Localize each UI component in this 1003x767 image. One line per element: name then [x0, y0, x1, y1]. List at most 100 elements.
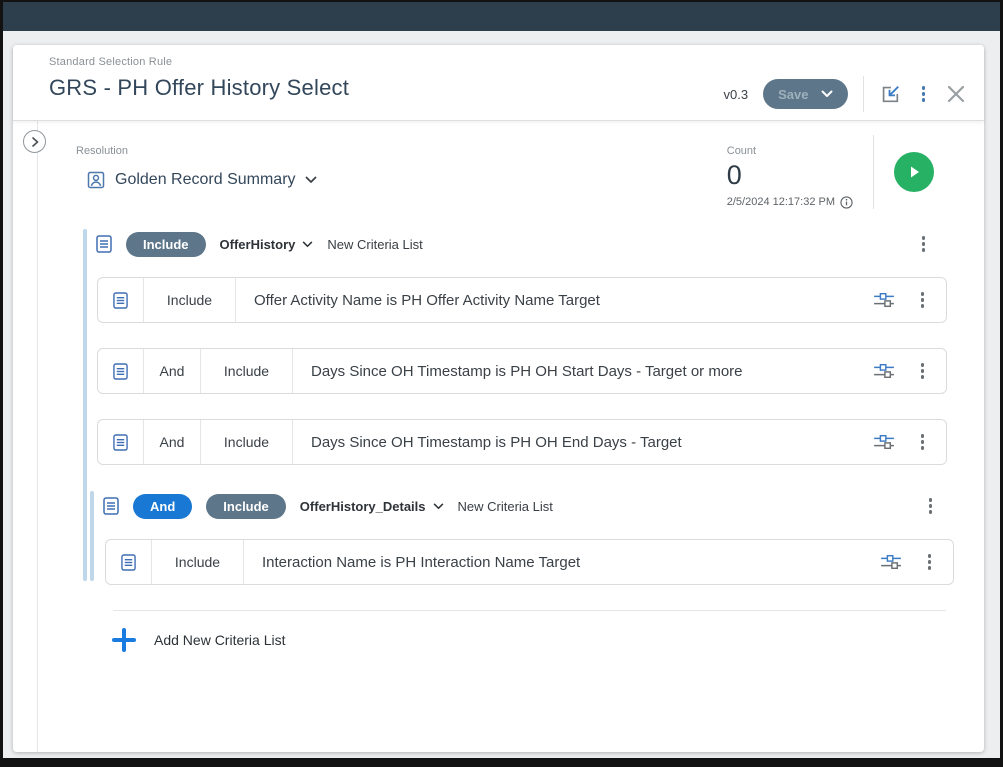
- row-actions: [873, 420, 947, 464]
- new-criteria-list-link[interactable]: New Criteria List: [327, 237, 422, 252]
- row-description: Days Since OH Timestamp is PH OH Start D…: [293, 349, 873, 393]
- count-timestamp-text: 2/5/2024 12:17:32 PM: [727, 196, 835, 208]
- entity-name: OfferHistory_Details: [300, 499, 426, 514]
- row-description: Offer Activity Name is PH Offer Activity…: [236, 278, 873, 322]
- sliders-icon[interactable]: [873, 291, 895, 309]
- resolution-select[interactable]: Golden Record Summary: [86, 170, 317, 190]
- row-icon-cell: [106, 540, 152, 584]
- count-divider: [873, 135, 874, 209]
- close-button[interactable]: [946, 84, 966, 104]
- group-more-options-icon[interactable]: [916, 232, 932, 256]
- entity-name: OfferHistory: [220, 237, 296, 252]
- row-operator: And: [144, 420, 201, 464]
- save-button-label: Save: [778, 87, 808, 102]
- document-icon: [113, 363, 128, 380]
- row-operator: And: [144, 349, 201, 393]
- criteria-row[interactable]: And Include Days Since OH Timestamp is P…: [97, 348, 947, 394]
- row-more-options-icon[interactable]: [915, 359, 931, 383]
- group-accent-bar: [90, 491, 94, 581]
- document-icon: [103, 497, 119, 515]
- new-criteria-list-link[interactable]: New Criteria List: [458, 499, 553, 514]
- rule-type-label: Standard Selection Rule: [49, 56, 349, 68]
- entity-dropdown[interactable]: OfferHistory: [220, 237, 314, 252]
- info-icon[interactable]: [840, 196, 853, 209]
- top-navigation-bar: [3, 2, 1000, 31]
- header-more-options-icon[interactable]: [916, 82, 932, 106]
- group-accent-bar: [83, 229, 87, 581]
- add-new-criteria-list-button[interactable]: Add New Criteria List: [112, 628, 286, 652]
- resolution-label: Resolution: [76, 145, 317, 157]
- row-mode: Include: [201, 420, 293, 464]
- criteria-row[interactable]: And Include Days Since OH Timestamp is P…: [97, 419, 947, 465]
- card-body: Resolution Golden Record Summary: [13, 121, 984, 752]
- and-operator-pill[interactable]: And: [133, 494, 192, 519]
- include-mode-pill[interactable]: Include: [206, 494, 286, 519]
- count-area: Count 0 2/5/2024 12:17:32 PM: [727, 135, 948, 209]
- version-label: v0.3: [724, 87, 749, 102]
- collapse-rail: [13, 121, 38, 752]
- chevron-down-icon: [302, 241, 313, 248]
- row-actions: [873, 278, 947, 322]
- chevron-down-icon: [305, 176, 317, 184]
- document-icon: [121, 554, 136, 571]
- chevron-right-icon: [30, 137, 40, 147]
- sliders-icon[interactable]: [873, 433, 895, 451]
- run-count-button[interactable]: [894, 152, 934, 192]
- row-description: Interaction Name is PH Interaction Name …: [244, 540, 880, 584]
- header-titles: Standard Selection Rule GRS - PH Offer H…: [49, 56, 349, 120]
- add-new-criteria-list-label: Add New Criteria List: [154, 632, 286, 648]
- footer-divider: [113, 610, 946, 611]
- criteria-row[interactable]: Include Interaction Name is PH Interacti…: [105, 539, 954, 585]
- close-icon: [946, 84, 966, 104]
- row-description: Days Since OH Timestamp is PH OH End Day…: [293, 420, 873, 464]
- play-icon: [906, 164, 922, 180]
- group-header: Include OfferHistory New Criteria List: [96, 223, 947, 265]
- person-icon: [86, 170, 106, 190]
- group-header: And Include OfferHistory_Details New Cri…: [103, 485, 954, 527]
- document-icon: [96, 235, 112, 253]
- document-icon: [113, 292, 128, 309]
- app-window: Standard Selection Rule GRS - PH Offer H…: [0, 0, 1003, 767]
- include-mode-pill[interactable]: Include: [126, 232, 206, 257]
- criteria-row[interactable]: Include Offer Activity Name is PH Offer …: [97, 277, 947, 323]
- row-actions: [873, 349, 947, 393]
- resolution-value: Golden Record Summary: [115, 171, 296, 189]
- row-icon-cell: [98, 420, 144, 464]
- plus-icon: [112, 628, 136, 652]
- sliders-icon[interactable]: [880, 553, 902, 571]
- row-icon-cell: [98, 278, 144, 322]
- chevron-down-icon: [433, 503, 444, 510]
- page-title: GRS - PH Offer History Select: [49, 75, 349, 101]
- header-actions: v0.3 Save: [724, 68, 966, 120]
- rule-content: Resolution Golden Record Summary: [38, 121, 984, 752]
- chevron-down-icon: [821, 90, 833, 98]
- count-timestamp: 2/5/2024 12:17:32 PM: [727, 196, 853, 209]
- card-header: Standard Selection Rule GRS - PH Offer H…: [13, 45, 984, 121]
- document-icon: [113, 434, 128, 451]
- criteria-group-offerhistory: Include OfferHistory New Criteria List: [83, 223, 964, 585]
- row-mode: Include: [201, 349, 293, 393]
- selection-rule-card: Standard Selection Rule GRS - PH Offer H…: [13, 45, 984, 752]
- edit-rule-icon[interactable]: [879, 83, 901, 105]
- entity-dropdown[interactable]: OfferHistory_Details: [300, 499, 444, 514]
- row-more-options-icon[interactable]: [915, 430, 931, 454]
- top-section: Resolution Golden Record Summary: [76, 135, 964, 209]
- row-mode: Include: [144, 278, 236, 322]
- edit-icon: [879, 83, 901, 105]
- row-icon-cell: [98, 349, 144, 393]
- row-more-options-icon[interactable]: [922, 550, 938, 574]
- criteria-tree: Include OfferHistory New Criteria List: [83, 223, 964, 585]
- row-mode: Include: [152, 540, 244, 584]
- expand-panel-button[interactable]: [23, 130, 46, 153]
- count-value: 0: [727, 159, 853, 193]
- count-block: Count 0 2/5/2024 12:17:32 PM: [727, 135, 853, 209]
- header-divider: [863, 76, 864, 112]
- save-button[interactable]: Save: [763, 79, 847, 109]
- criteria-group-offerhistory-details: And Include OfferHistory_Details New Cri…: [90, 485, 964, 585]
- count-label: Count: [727, 145, 853, 157]
- row-more-options-icon[interactable]: [915, 288, 931, 312]
- sliders-icon[interactable]: [873, 362, 895, 380]
- resolution-block: Resolution Golden Record Summary: [76, 135, 317, 209]
- row-actions: [880, 540, 954, 584]
- group-more-options-icon[interactable]: [923, 494, 939, 518]
